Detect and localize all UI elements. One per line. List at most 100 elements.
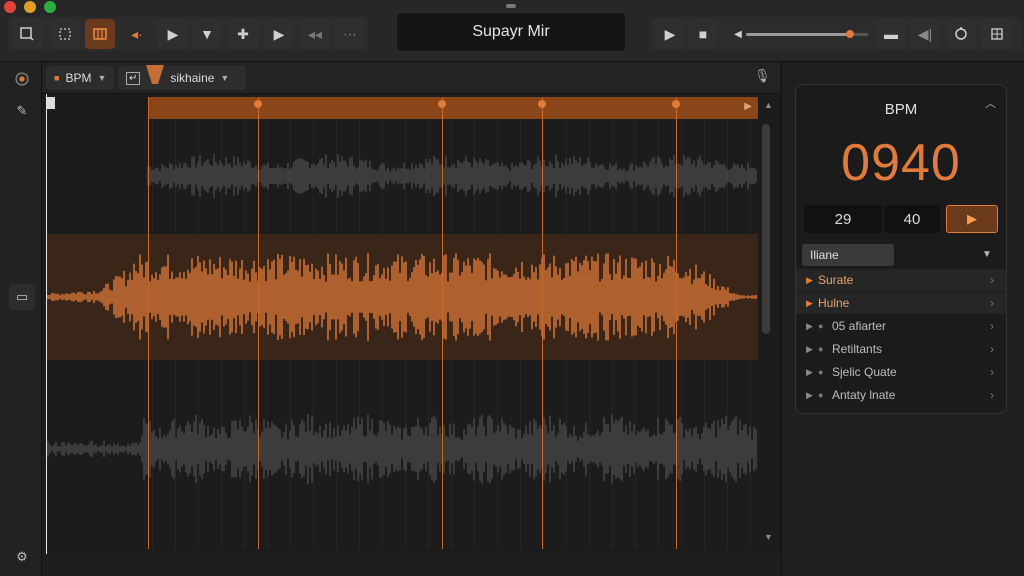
marker-line[interactable]	[148, 97, 149, 549]
cue-icon[interactable]: ◂·	[122, 19, 152, 49]
volume-slider-knob[interactable]	[845, 30, 854, 38]
expand-arrow-icon[interactable]: ▶	[806, 275, 818, 286]
marker-line[interactable]	[676, 97, 677, 549]
preset-list-item[interactable]: ▶ Hulne ›	[796, 292, 1006, 314]
chevron-right-icon: ›	[990, 273, 994, 287]
bpm-panel: BPM ︿ 0940 29 40 ▶ Iliane ▼ ▶ Surate › ▶ Hul…	[795, 84, 1007, 414]
num-field-b[interactable]: 40	[884, 205, 940, 233]
chevron-right-icon: ›	[990, 342, 994, 356]
scroll-up-icon[interactable]: ▲	[764, 100, 773, 110]
playhead[interactable]	[46, 94, 47, 554]
preset-list-item-label: 05 afiarter	[832, 319, 887, 333]
panel-play-button[interactable]: ▶	[946, 205, 998, 233]
play-icon[interactable]: ▶	[158, 19, 188, 49]
bullet-icon: ●	[818, 390, 824, 400]
chevron-right-icon: ›	[990, 365, 994, 379]
window-grip-icon	[506, 4, 516, 8]
expand-arrow-icon[interactable]: ▶	[806, 298, 818, 309]
grid-icon[interactable]: ⋯	[335, 19, 365, 49]
chevron-right-icon: ›	[990, 296, 994, 310]
preset-list-item-label: Surate	[818, 273, 854, 287]
monitor-icon[interactable]: ▬	[876, 19, 906, 49]
marker-handle[interactable]	[254, 100, 262, 108]
bpm-selector-label: BPM	[65, 71, 92, 85]
preset-list-item[interactable]: ▶ ● Retiltants ›	[796, 338, 1006, 360]
track-icon: ↵	[126, 71, 141, 85]
waveform-track-2	[47, 253, 757, 341]
stamp-icon[interactable]: ▼	[192, 19, 222, 49]
waveform-track-3	[47, 413, 757, 485]
crop-icon[interactable]	[50, 19, 80, 49]
marker-handle[interactable]	[438, 100, 446, 108]
gear-icon[interactable]: ⚙	[9, 544, 35, 570]
record-arm-icon[interactable]	[9, 66, 35, 92]
preset-list-item[interactable]: ▶ ● Sjelic Quate ›	[796, 361, 1006, 383]
chevron-right-icon: ›	[990, 388, 994, 402]
preset-dropdown[interactable]: Iliane	[802, 244, 894, 266]
track-name: sikhaine	[170, 71, 215, 85]
record-icon[interactable]: ◀|	[910, 19, 940, 49]
status-strip	[42, 554, 780, 576]
collapse-icon[interactable]: ︿	[985, 95, 996, 111]
chevron-down-icon[interactable]: ▼	[982, 249, 992, 260]
waveform-track-1	[147, 154, 757, 198]
document-title: Supayr Mir	[397, 13, 625, 51]
preset-list-item-label: Antaty lnate	[832, 388, 896, 402]
rewind-icon[interactable]: ◂◂	[300, 19, 330, 49]
playhead-cap-icon[interactable]	[145, 64, 165, 86]
stop-icon[interactable]: ■	[688, 19, 718, 49]
track-header-bar: ■ BPM ▼ ↵ sikhaine ▼ 🎙	[42, 62, 780, 94]
chevron-down-icon: ▼	[220, 73, 230, 83]
bpm-selector[interactable]: ■ BPM ▼	[46, 66, 114, 90]
transport-play-icon[interactable]: ▶	[655, 19, 685, 49]
scroll-down-icon[interactable]: ▼	[764, 532, 773, 542]
waveform-display	[47, 154, 757, 485]
folder-icon[interactable]: ▭	[9, 284, 35, 310]
marker-handle[interactable]	[538, 100, 546, 108]
select-icon[interactable]	[12, 19, 42, 49]
marker-handle[interactable]	[672, 100, 680, 108]
preset-list-item[interactable]: ▶ Surate ›	[796, 269, 1006, 291]
mic-icon[interactable]: 🎙	[754, 68, 771, 84]
forward-icon[interactable]: ▶	[264, 19, 294, 49]
toolbar: ◂· ▶ ▼ ✚ ▶ ◂◂ ⋯ Supayr Mir ▶ ■ ◀ ▬ ◀|	[0, 0, 1024, 62]
vertical-scrollbar[interactable]	[762, 124, 770, 334]
bullet-icon: ●	[818, 367, 824, 377]
track-selector[interactable]: ↵ sikhaine ▼	[118, 66, 246, 90]
marker-line[interactable]	[442, 97, 443, 549]
left-tool-strip: ✎ ▭ ⚙	[0, 62, 42, 576]
plus-icon[interactable]: ✚	[228, 19, 258, 49]
expand-arrow-icon[interactable]: ▶	[806, 390, 818, 401]
settings-icon[interactable]	[982, 19, 1012, 49]
minimize-window-button[interactable]	[24, 1, 36, 13]
expand-arrow-icon[interactable]: ▶	[806, 344, 818, 355]
speaker-icon[interactable]: ◀	[731, 19, 745, 49]
preset-list-item-label: Retiltants	[832, 342, 883, 356]
waveform-editor[interactable]: ▶ ▲ ▼	[42, 94, 780, 554]
chevron-right-icon: ›	[990, 319, 994, 333]
zoom-window-button[interactable]	[44, 1, 56, 13]
bullet-icon: ●	[818, 321, 824, 331]
marker-line[interactable]	[258, 97, 259, 549]
loop-icon[interactable]	[946, 19, 976, 49]
pencil-icon[interactable]: ✎	[9, 98, 35, 124]
snap-icon[interactable]	[85, 19, 115, 49]
num-field-a[interactable]: 29	[804, 205, 882, 233]
playhead-flag-icon[interactable]	[47, 97, 55, 109]
preset-list-item-label: Sjelic Quate	[832, 365, 897, 379]
volume-slider[interactable]	[746, 30, 868, 38]
bpm-value: 0940	[841, 134, 961, 192]
bpm-marker-icon: ■	[54, 73, 60, 83]
preset-list-item[interactable]: ▶ ● 05 afiarter ›	[796, 315, 1006, 337]
preset-list-item[interactable]: ▶ ● Antaty lnate ›	[796, 384, 1006, 406]
expand-arrow-icon[interactable]: ▶	[806, 367, 818, 378]
expand-arrow-icon[interactable]: ▶	[806, 321, 818, 332]
chevron-down-icon: ▼	[97, 73, 107, 83]
panel-title: BPM	[884, 101, 918, 118]
close-window-button[interactable]	[4, 1, 16, 13]
marker-line[interactable]	[542, 97, 543, 549]
preset-list-item-label: Hulne	[818, 296, 850, 310]
volume-slider-fill	[746, 33, 850, 36]
window-controls	[4, 0, 56, 13]
bullet-icon: ●	[818, 344, 824, 354]
